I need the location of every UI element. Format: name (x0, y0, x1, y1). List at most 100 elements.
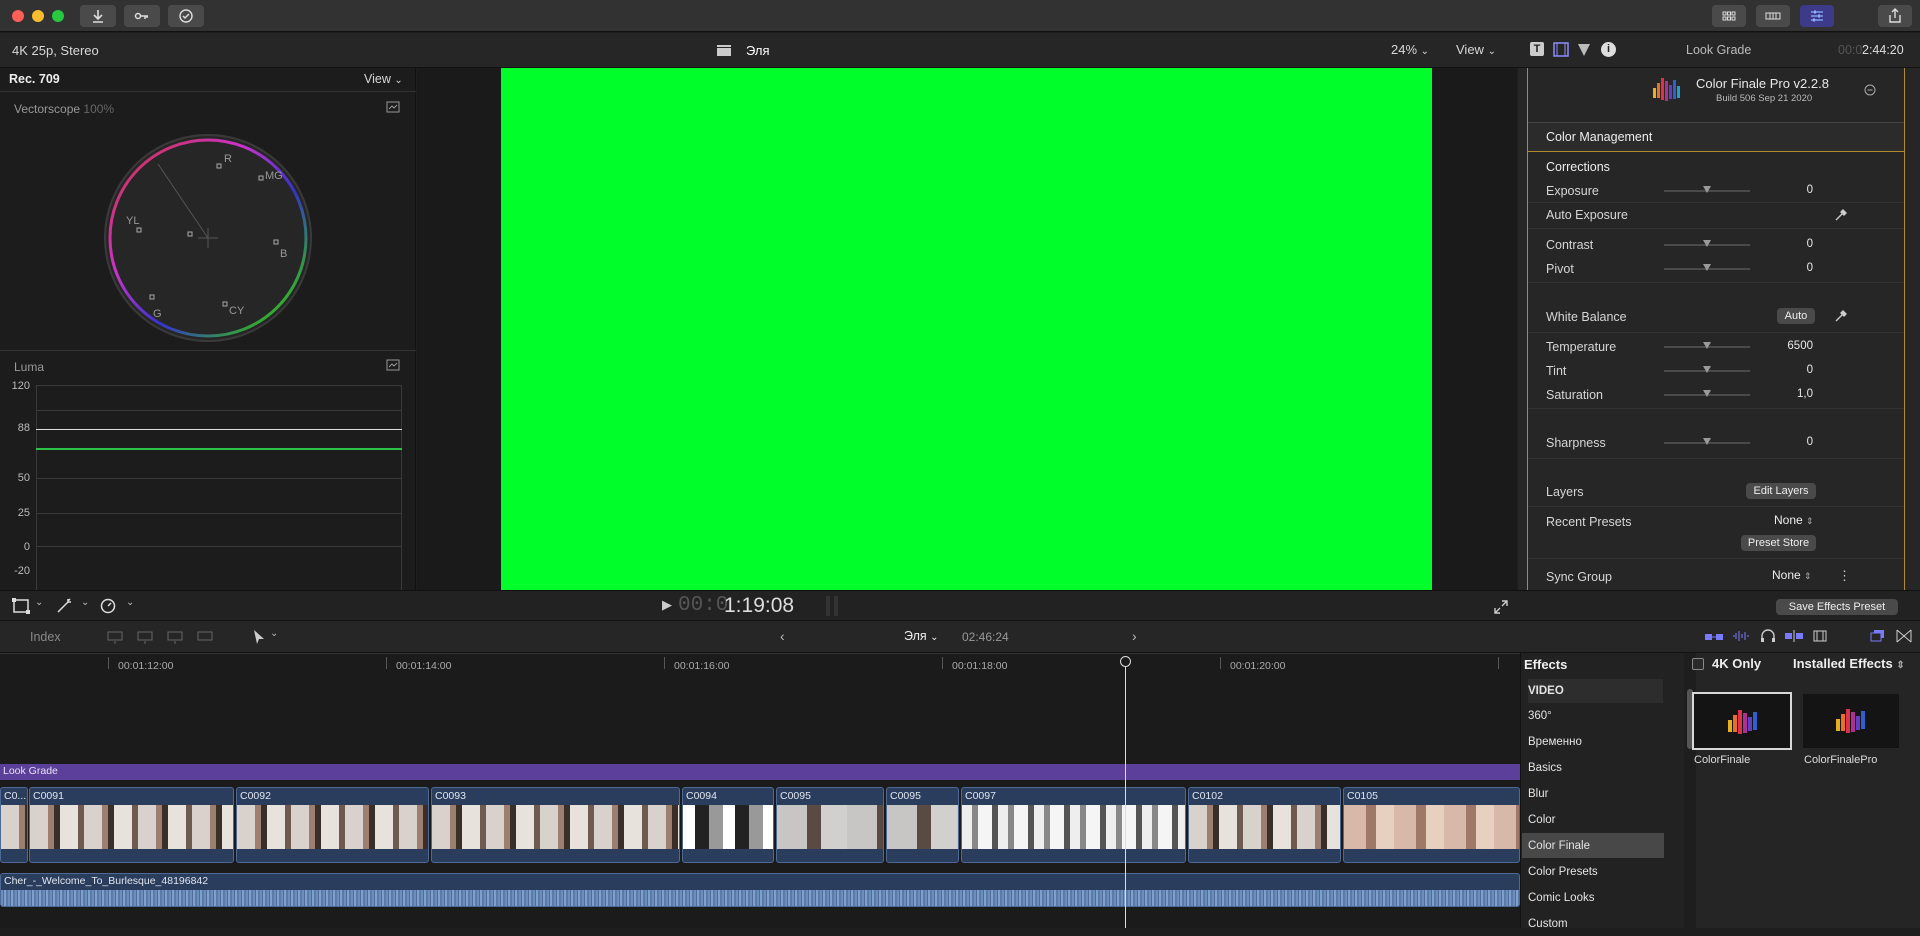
effect-thumbnail-colorfinale[interactable] (1692, 692, 1792, 750)
edit-layers-button[interactable]: Edit Layers (1746, 483, 1816, 499)
video-clip[interactable]: C0... (0, 787, 28, 863)
transitions-browser-icon[interactable] (1896, 629, 1912, 643)
more-options-icon[interactable]: ⋮ (1838, 568, 1851, 584)
index-button[interactable]: Index (30, 630, 61, 644)
info-inspector-icon[interactable]: i (1601, 42, 1616, 57)
category-item[interactable]: Временно (1528, 730, 1666, 754)
playhead-handle[interactable] (1120, 656, 1131, 667)
exposure-value[interactable]: 0 (1753, 184, 1813, 196)
eyedropper-icon[interactable] (1834, 309, 1848, 323)
installed-effects-dropdown[interactable]: Installed Effects ⇕ (1793, 656, 1905, 671)
fullscreen-icon[interactable] (1494, 600, 1508, 614)
skimming-icon[interactable] (1784, 630, 1804, 642)
background-tasks-button[interactable] (168, 5, 204, 27)
save-effects-preset-button[interactable]: Save Effects Preset (1776, 599, 1898, 615)
video-clip[interactable]: C0094 (682, 787, 774, 863)
saturation-value[interactable]: 1,0 (1753, 388, 1813, 400)
category-video-header[interactable]: VIDEO (1528, 679, 1663, 703)
slider-knob[interactable] (1703, 342, 1711, 349)
preset-store-button[interactable]: Preset Store (1741, 535, 1816, 551)
slider-knob[interactable] (1703, 264, 1711, 271)
exposure-slider[interactable] (1664, 186, 1750, 193)
keywords-button[interactable] (124, 5, 160, 27)
slider-knob[interactable] (1703, 186, 1711, 193)
retime-speed-icon[interactable] (100, 598, 116, 614)
minimize-window-button[interactable] (32, 10, 44, 22)
playhead-timecode-dim[interactable]: 00:0 (678, 594, 728, 617)
view-dropdown[interactable]: View ⌄ (1456, 42, 1496, 57)
category-item[interactable]: Color Presets (1528, 860, 1666, 884)
pivot-slider[interactable] (1664, 264, 1750, 271)
category-item[interactable]: Color (1528, 808, 1666, 832)
category-item-color-finale[interactable]: Color Finale (1528, 834, 1666, 858)
video-clip[interactable]: C0095 (776, 787, 884, 863)
play-button[interactable]: ▶ (662, 597, 672, 613)
luma-settings-icon[interactable] (386, 359, 400, 371)
sharpness-slider[interactable] (1664, 438, 1750, 445)
audio-clip[interactable]: Cher_-_Welcome_To_Burlesque_48196842 (0, 873, 1520, 907)
playhead[interactable] (1125, 660, 1126, 928)
edit-tools-icon[interactable] (106, 629, 234, 645)
video-clip[interactable]: C0091 (29, 787, 234, 863)
history-forward-icon[interactable]: › (1132, 628, 1137, 644)
saturation-slider[interactable] (1664, 390, 1750, 397)
zoom-dropdown[interactable]: 24% ⌄ (1391, 42, 1429, 57)
history-back-icon[interactable]: ‹ (780, 628, 785, 644)
effect-thumbnail-colorfinalepro[interactable] (1803, 694, 1899, 748)
slider-knob[interactable] (1703, 390, 1711, 397)
select-arrow-icon[interactable] (252, 629, 266, 645)
transform-tool-icon[interactable] (12, 598, 30, 614)
title-inspector-icon[interactable]: T (1530, 42, 1544, 56)
timeline-toggle-button[interactable] (1756, 5, 1790, 27)
enhance-wand-icon[interactable] (56, 598, 74, 614)
effects-browser-icon[interactable] (1870, 629, 1886, 643)
category-item[interactable]: 360° (1528, 704, 1666, 728)
category-item[interactable]: Custom (1528, 912, 1666, 936)
category-item[interactable]: Basics (1528, 756, 1666, 780)
waveform-icon[interactable] (1732, 629, 1750, 643)
4k-only-checkbox[interactable] (1692, 658, 1704, 670)
sync-group-dropdown[interactable]: None ⇕ (1772, 568, 1812, 582)
slider-knob[interactable] (1703, 240, 1711, 247)
video-inspector-icon[interactable] (1553, 42, 1569, 57)
zoom-window-button[interactable] (52, 10, 64, 22)
clip-appearance-icon[interactable] (1704, 630, 1724, 644)
contrast-slider[interactable] (1664, 240, 1750, 247)
playhead-timecode[interactable]: 1:19:08 (724, 594, 794, 618)
timeline-project-dropdown[interactable]: Эля ⌄ (904, 629, 939, 643)
video-clip[interactable]: C0092 (236, 787, 429, 863)
inspector-toggle-button[interactable] (1800, 5, 1834, 27)
scope-settings-icon[interactable] (386, 101, 400, 113)
headphones-icon[interactable] (1760, 629, 1776, 643)
pivot-value[interactable]: 0 (1753, 262, 1813, 274)
eyedropper-icon[interactable] (1834, 208, 1848, 222)
video-clip[interactable]: C0102 (1188, 787, 1341, 863)
color-inspector-icon[interactable] (1577, 42, 1591, 57)
chevron-down-icon[interactable]: ⌄ (81, 597, 89, 608)
tint-slider[interactable] (1664, 366, 1750, 373)
close-window-button[interactable] (12, 10, 24, 22)
recent-presets-dropdown[interactable]: None ⇕ (1774, 513, 1814, 527)
share-button[interactable] (1878, 5, 1912, 27)
category-item[interactable]: Blur (1528, 782, 1666, 806)
chevron-down-icon[interactable]: ⌄ (270, 628, 278, 639)
scopes-view-dropdown[interactable]: View ⌄ (364, 72, 403, 86)
video-clip[interactable]: C0105 (1343, 787, 1520, 863)
chevron-down-icon[interactable]: ⌄ (35, 597, 43, 608)
video-clip[interactable]: C0093 (431, 787, 680, 863)
sharpness-value[interactable]: 0 (1753, 436, 1813, 448)
video-clip[interactable]: C0097 (961, 787, 1186, 863)
contrast-value[interactable]: 0 (1753, 238, 1813, 250)
auto-white-balance-button[interactable]: Auto (1777, 308, 1815, 324)
temperature-slider[interactable] (1664, 342, 1750, 349)
snapping-icon[interactable] (1812, 629, 1828, 643)
category-item[interactable]: Comic Looks (1528, 886, 1666, 910)
chevron-down-icon[interactable]: ⌄ (126, 597, 134, 608)
video-clip[interactable]: C0095 (886, 787, 959, 863)
import-button[interactable] (80, 5, 116, 27)
adjustment-clip-look-grade[interactable]: Look Grade (0, 764, 1520, 780)
slider-knob[interactable] (1703, 438, 1711, 445)
browser-toggle-button[interactable] (1712, 5, 1746, 27)
temperature-value[interactable]: 6500 (1753, 340, 1813, 352)
tint-value[interactable]: 0 (1753, 364, 1813, 376)
